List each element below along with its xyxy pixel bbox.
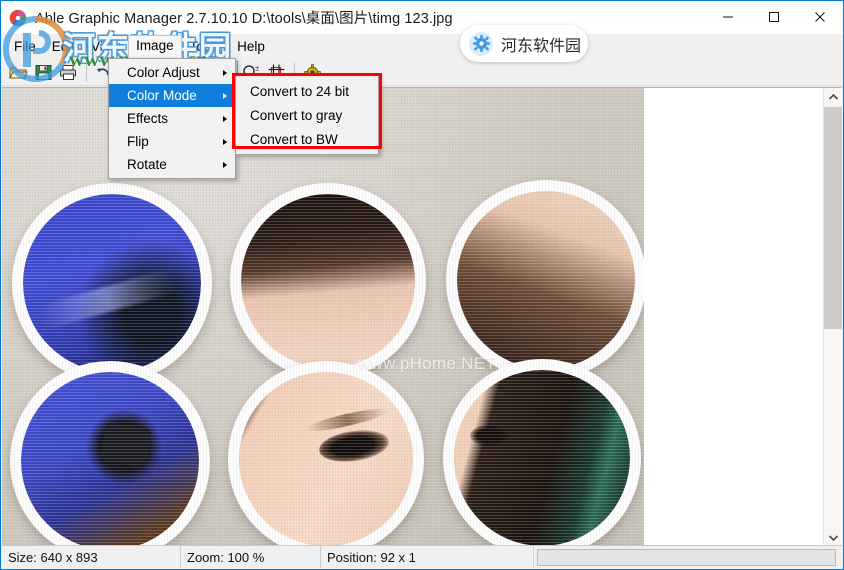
print-icon[interactable] bbox=[56, 61, 80, 84]
image-canvas[interactable]: www.pHome.NET bbox=[2, 88, 644, 546]
window-title: Able Graphic Manager 2.7.10.10 D:\tools\… bbox=[35, 11, 453, 27]
menu-view[interactable]: View bbox=[83, 36, 128, 58]
image-menu-dropdown: Color Adjust Color Mode Effects Flip Rot… bbox=[108, 58, 236, 179]
submenu-item-convert-24bit[interactable]: Convert to 24 bit bbox=[236, 79, 378, 103]
menu-item-label: Color Adjust bbox=[127, 65, 200, 80]
chevron-right-icon bbox=[223, 138, 227, 145]
menu-item-color-adjust[interactable]: Color Adjust bbox=[109, 61, 235, 84]
menu-edit[interactable]: Edit bbox=[44, 36, 83, 58]
vertical-scrollbar[interactable] bbox=[823, 88, 842, 546]
scroll-down-arrow-icon[interactable] bbox=[824, 529, 842, 546]
scrollbar-thumb[interactable] bbox=[824, 107, 842, 329]
status-size: Size: 640 x 893 bbox=[2, 546, 181, 568]
menu-item-flip[interactable]: Flip bbox=[109, 130, 235, 153]
status-position: Position: 92 x 1 bbox=[321, 546, 534, 568]
submenu-item-convert-gray[interactable]: Convert to gray bbox=[236, 103, 378, 127]
menu-item-label: Color Mode bbox=[127, 88, 197, 103]
photo-bubble bbox=[230, 183, 426, 379]
menu-item-label: Effects bbox=[127, 111, 169, 126]
menu-bar: File Edit View Image Tools Help bbox=[1, 34, 843, 59]
menu-item-color-mode[interactable]: Color Mode bbox=[109, 84, 235, 107]
status-zoom: Zoom: 100 % bbox=[181, 546, 321, 568]
minimize-button[interactable] bbox=[705, 1, 751, 33]
menu-file[interactable]: File bbox=[6, 36, 44, 58]
chevron-right-icon bbox=[223, 69, 227, 76]
title-bar: Able Graphic Manager 2.7.10.10 D:\tools\… bbox=[1, 1, 843, 34]
menu-item-rotate[interactable]: Rotate bbox=[109, 153, 235, 176]
menu-help[interactable]: Help bbox=[229, 36, 273, 58]
photo-bubble bbox=[12, 183, 212, 383]
image-preview bbox=[2, 88, 644, 546]
app-palette-icon bbox=[9, 9, 27, 27]
site-badge: 河东软件园 bbox=[460, 25, 588, 62]
menu-item-label: Rotate bbox=[127, 157, 167, 172]
close-button[interactable] bbox=[797, 1, 843, 33]
application-window: Able Graphic Manager 2.7.10.10 D:\tools\… bbox=[0, 0, 844, 570]
maximize-button[interactable] bbox=[751, 1, 797, 33]
chevron-right-icon bbox=[223, 115, 227, 122]
window-controls bbox=[705, 1, 843, 33]
status-bar: Size: 640 x 893 Zoom: 100 % Position: 92… bbox=[2, 545, 842, 568]
scroll-up-arrow-icon[interactable] bbox=[824, 88, 842, 106]
open-icon[interactable] bbox=[6, 61, 30, 84]
toolbar-separator bbox=[86, 62, 87, 82]
submenu-item-convert-bw[interactable]: Convert to BW bbox=[236, 127, 378, 151]
color-mode-submenu: Convert to 24 bit Convert to gray Conver… bbox=[235, 75, 379, 155]
status-progress-area bbox=[534, 546, 842, 568]
menu-item-label: Flip bbox=[127, 134, 149, 149]
chevron-right-icon bbox=[223, 161, 227, 168]
menu-image[interactable]: Image bbox=[128, 35, 182, 58]
gear-icon bbox=[469, 31, 493, 56]
progress-bar bbox=[537, 548, 836, 566]
chevron-right-icon bbox=[223, 92, 227, 99]
badge-label: 河东软件园 bbox=[501, 37, 582, 55]
photo-bubble bbox=[228, 361, 424, 546]
canvas-empty-area bbox=[644, 88, 822, 546]
photo-bubble bbox=[443, 359, 641, 546]
save-icon[interactable] bbox=[31, 61, 55, 84]
menu-tools[interactable]: Tools bbox=[182, 36, 230, 58]
photo-bubble bbox=[446, 180, 644, 380]
menu-item-effects[interactable]: Effects bbox=[109, 107, 235, 130]
svg-text:±: ± bbox=[255, 66, 259, 73]
photo-bubble bbox=[10, 361, 210, 546]
